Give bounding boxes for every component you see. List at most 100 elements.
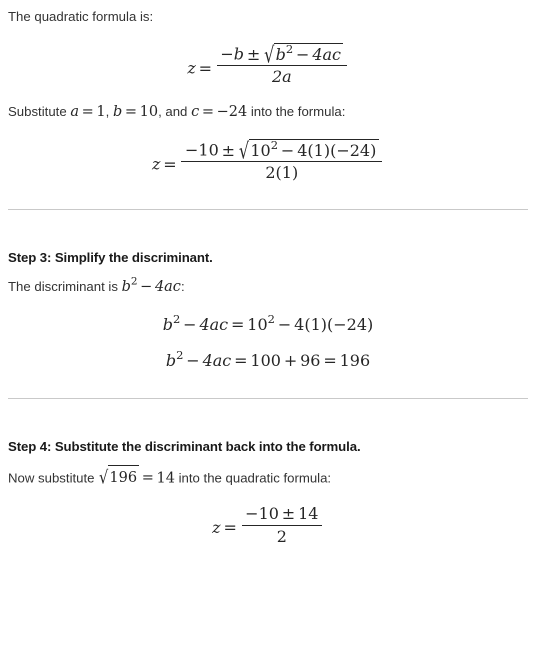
substitute-lead: Substitute bbox=[8, 103, 67, 119]
value-14: 14 bbox=[298, 504, 319, 524]
inline-math-b-equals-10: b = 10 bbox=[113, 101, 158, 123]
inline-math-c-equals-neg24: c = −24 bbox=[191, 101, 247, 123]
variable-b: b bbox=[162, 314, 173, 334]
minus-sign: − bbox=[185, 140, 199, 160]
radicand: b2−4ac bbox=[274, 43, 344, 65]
radicand-196: 196 bbox=[107, 464, 140, 490]
denominator-2: 2 bbox=[276, 526, 287, 546]
value-196: 196 bbox=[339, 350, 371, 370]
fraction-numerator: −10 ± √102−4(1)(−24) bbox=[181, 137, 383, 164]
step4-lead-text: Now substitute bbox=[8, 469, 95, 485]
step4-tail-text: into the quadratic formula: bbox=[178, 469, 332, 485]
display-equation-discriminant-1: b2−4ac = 102−4(1)(−24) bbox=[8, 305, 528, 341]
math-solution-document: The quadratic formula is: z = −b ± √b2−4ac 2a… bbox=[0, 0, 536, 553]
fraction-denominator: 2a bbox=[217, 66, 347, 86]
value-96: 96 bbox=[300, 350, 321, 370]
value-neg24: −24 bbox=[336, 140, 371, 160]
term-4ac: 4ac bbox=[154, 279, 181, 296]
exponent-2: 2 bbox=[270, 137, 279, 152]
equals-sign: = bbox=[163, 154, 177, 174]
variable-c: c bbox=[191, 103, 200, 120]
formula-variable-z: z bbox=[212, 518, 221, 538]
equals-sign: = bbox=[231, 314, 245, 334]
intro-paragraph: The quadratic formula is: bbox=[8, 9, 154, 24]
step-3-lead-paragraph: The discriminant is b2−4ac: bbox=[8, 269, 528, 304]
value-a: 1 bbox=[96, 103, 106, 120]
equals-sign: = bbox=[81, 103, 94, 120]
display-formula-quadratic-general: z = −b ± √b2−4ac 2a bbox=[8, 33, 528, 93]
paren-close: ) bbox=[291, 162, 299, 182]
equals-sign-1: = bbox=[234, 350, 248, 370]
separator-and: , and bbox=[158, 103, 188, 119]
term-4ac: 4ac bbox=[199, 314, 229, 334]
fraction-numerator: −10 ±14 bbox=[241, 504, 322, 526]
value-b: 10 bbox=[139, 103, 159, 120]
value-14: 14 bbox=[156, 469, 175, 486]
paren-close-2: ) bbox=[370, 140, 377, 160]
step-4-heading: Step 4: Substitute the discriminant back… bbox=[8, 438, 361, 454]
radical-icon: √ bbox=[238, 137, 250, 164]
minus-operator: − bbox=[140, 279, 153, 296]
base-10: 10 bbox=[247, 314, 268, 334]
minus-operator: − bbox=[277, 314, 292, 334]
inline-math-sqrt-196: √196 = 14 bbox=[98, 464, 175, 490]
variable-b: b bbox=[121, 279, 131, 296]
fraction-final: −10 ±14 2 bbox=[241, 504, 322, 546]
display-formula-final: z = −10 ±14 2 bbox=[8, 495, 528, 553]
value-c: −24 bbox=[216, 103, 248, 120]
square-root-196: √196 bbox=[98, 464, 140, 490]
radical-icon: √ bbox=[264, 42, 275, 69]
coefficient-4: 4 bbox=[297, 140, 308, 160]
plus-minus-sign: ± bbox=[221, 140, 236, 160]
fraction-numerator: −b ± √b2−4ac bbox=[216, 42, 347, 69]
fraction-quadratic-substituted: −10 ± √102−4(1)(−24) 2(1) bbox=[181, 137, 383, 182]
substitute-tail: into the formula: bbox=[250, 103, 346, 119]
equals-sign: = bbox=[124, 103, 137, 120]
minus-sign: − bbox=[245, 504, 259, 524]
minus-operator: − bbox=[183, 314, 197, 334]
minus-operator: − bbox=[296, 45, 310, 65]
variable-b: b bbox=[165, 350, 177, 370]
term-2a: 2a bbox=[271, 67, 292, 87]
value-1: 1 bbox=[313, 140, 324, 160]
radicand: 102−4(1)(−24) bbox=[248, 137, 379, 160]
fraction-denominator: 2(1) bbox=[181, 162, 382, 182]
paren-close-2: ) bbox=[367, 314, 374, 334]
denominator-2: 2 bbox=[265, 162, 276, 182]
step-3-heading: Step 3: Simplify the discriminant. bbox=[8, 250, 213, 266]
term-4ac: 4ac bbox=[202, 350, 232, 370]
value-neg24: −24 bbox=[333, 314, 368, 334]
display-formula-quadratic-substituted: z = −10 ± √102−4(1)(−24) 2(1) bbox=[8, 129, 528, 189]
variable-b: b bbox=[233, 45, 244, 65]
value-100: 100 bbox=[250, 350, 281, 370]
substitute-values-paragraph: Substitute a = 1, b = 10, and c = −24 into the… bbox=[8, 94, 528, 129]
display-equation-discriminant-2: b2−4ac = 100 +96 = 196 bbox=[8, 341, 528, 377]
discriminant-lead-text: The discriminant is bbox=[8, 279, 118, 295]
step-4-lead-paragraph: Now substitute √196 = 14 into the quadrati… bbox=[8, 458, 528, 496]
fraction-denominator: 2 bbox=[242, 526, 322, 546]
equals-sign: = bbox=[223, 518, 237, 538]
base-10: 10 bbox=[250, 140, 271, 160]
minus-sign: − bbox=[220, 45, 234, 65]
plus-minus-sign: ± bbox=[246, 45, 261, 65]
exponent-2: 2 bbox=[267, 311, 275, 326]
denominator-1: 1 bbox=[281, 162, 292, 182]
variable-b: b bbox=[112, 103, 123, 120]
equals-sign: = bbox=[198, 58, 213, 78]
colon: : bbox=[180, 279, 185, 295]
coefficient-4: 4 bbox=[294, 314, 305, 334]
minus-operator: − bbox=[280, 140, 295, 160]
value-10: 10 bbox=[198, 140, 219, 160]
separator-comma-1: , bbox=[105, 103, 110, 119]
variable-a: a bbox=[70, 103, 79, 120]
value-1: 1 bbox=[310, 314, 321, 334]
equals-sign: = bbox=[201, 103, 214, 120]
plus-operator: + bbox=[283, 350, 298, 370]
equals-sign-2: = bbox=[323, 350, 337, 370]
inline-math-discriminant-expr: b2−4ac bbox=[122, 276, 181, 298]
fraction-quadratic-general: −b ± √b2−4ac 2a bbox=[216, 42, 347, 86]
